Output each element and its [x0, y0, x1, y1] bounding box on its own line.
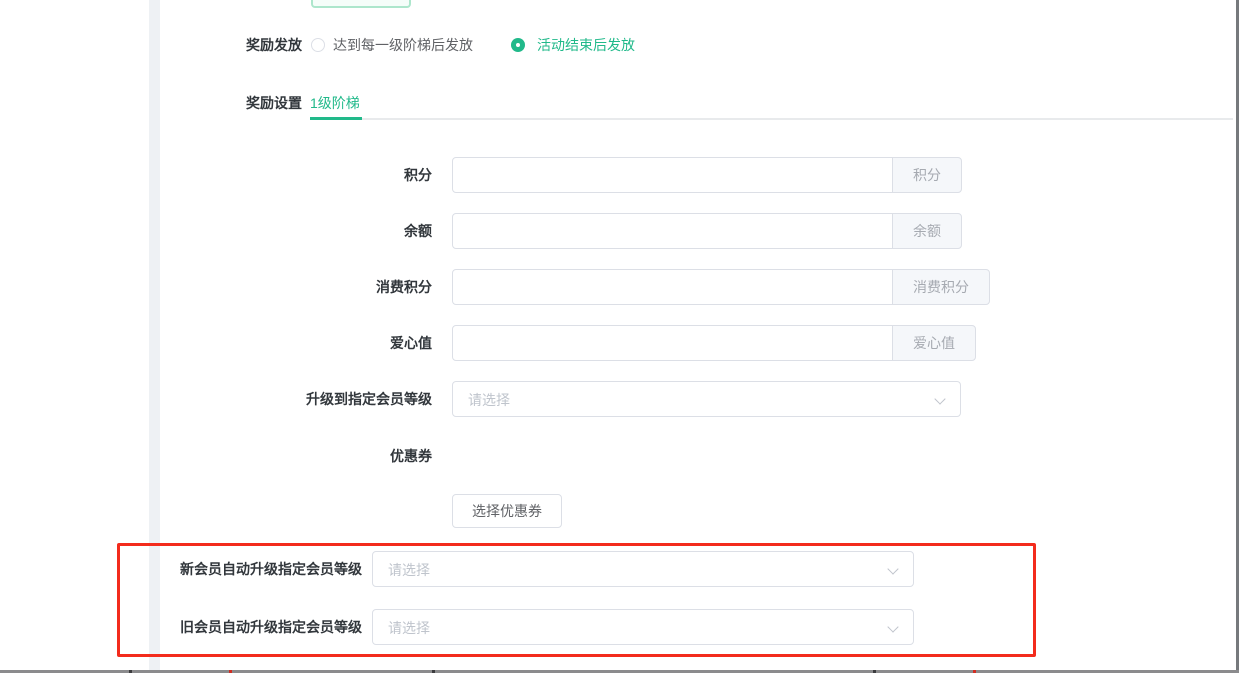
- love-value-input-append: 爱心值: [892, 325, 976, 361]
- old-member-upgrade-select[interactable]: 请选择: [372, 609, 914, 645]
- chevron-down-icon: [887, 563, 898, 574]
- love-value-input[interactable]: [452, 325, 893, 361]
- radio-issue-after-activity[interactable]: [511, 38, 525, 52]
- reward-settings-form-page: 奖励发放 达到每一级阶梯后发放 活动结束后发放 奖励设置 1级阶梯 积分 积分 …: [0, 0, 1239, 673]
- consume-points-input-group: 消费积分: [452, 269, 990, 305]
- reward-settings-label: 奖励设置: [0, 95, 302, 111]
- points-label: 积分: [0, 167, 432, 183]
- balance-input-append: 余额: [892, 213, 962, 249]
- consume-points-label: 消费积分: [0, 279, 432, 295]
- new-member-upgrade-placeholder: 请选择: [388, 561, 430, 579]
- balance-input-group: 余额: [452, 213, 962, 249]
- radio-issue-per-tier[interactable]: [311, 38, 325, 52]
- reward-issue-label: 奖励发放: [0, 37, 302, 53]
- coupon-label: 优惠券: [0, 448, 432, 464]
- consume-points-input[interactable]: [452, 269, 893, 305]
- points-input-append: 积分: [892, 157, 962, 193]
- new-member-upgrade-select[interactable]: 请选择: [372, 551, 914, 587]
- select-coupon-button[interactable]: 选择优惠券: [452, 494, 562, 528]
- old-member-upgrade-label: 旧会员自动升级指定会员等级: [0, 619, 362, 635]
- radio-issue-after-activity-label[interactable]: 活动结束后发放: [537, 37, 635, 53]
- tab-tier-1[interactable]: 1级阶梯: [310, 95, 360, 111]
- love-value-label: 爱心值: [0, 335, 432, 351]
- consume-points-input-append: 消费积分: [892, 269, 990, 305]
- upgrade-level-label: 升级到指定会员等级: [0, 391, 432, 407]
- points-input[interactable]: [452, 157, 893, 193]
- partial-button-top[interactable]: [311, 0, 411, 8]
- tab-bar-divider: [310, 118, 1233, 120]
- old-member-upgrade-placeholder: 请选择: [388, 619, 430, 637]
- balance-input[interactable]: [452, 213, 893, 249]
- balance-label: 余额: [0, 223, 432, 239]
- chevron-down-icon: [934, 393, 945, 404]
- points-input-group: 积分: [452, 157, 962, 193]
- upgrade-level-select[interactable]: 请选择: [452, 381, 961, 417]
- upgrade-level-placeholder: 请选择: [468, 391, 510, 409]
- radio-issue-per-tier-label[interactable]: 达到每一级阶梯后发放: [333, 37, 473, 53]
- chevron-down-icon: [887, 621, 898, 632]
- love-value-input-group: 爱心值: [452, 325, 976, 361]
- new-member-upgrade-label: 新会员自动升级指定会员等级: [0, 561, 362, 577]
- tab-active-indicator: [310, 117, 362, 120]
